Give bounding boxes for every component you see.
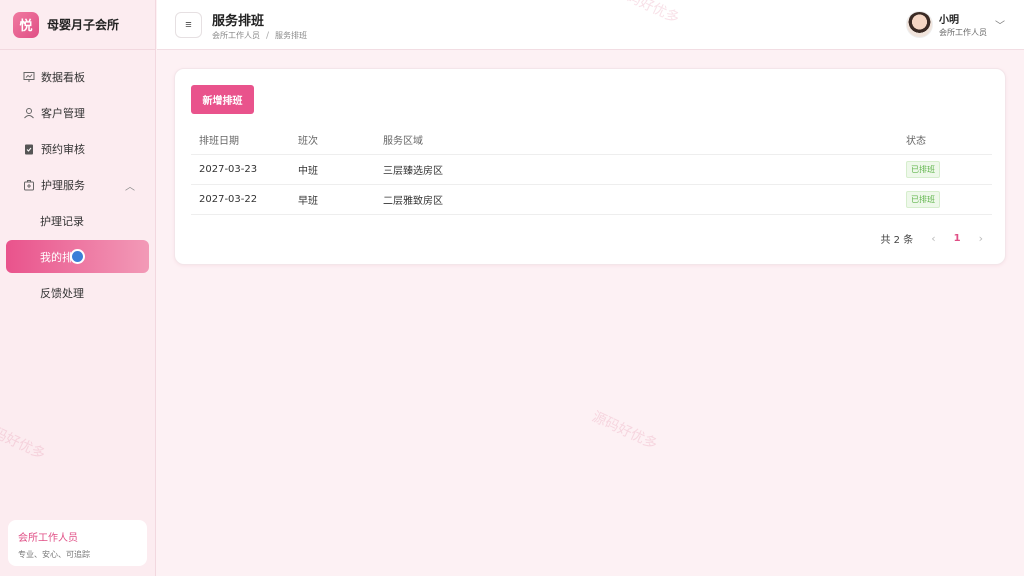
sidebar-item-label: 我的排 [40,250,73,264]
cell-status: 已排班 [906,191,992,208]
sidebar-item-label: 反馈处理 [40,287,84,300]
chevron-down-icon: ﹀ [995,21,1005,32]
sidebar-item-customers[interactable]: 客户管理 [6,95,149,131]
column-header-shift: 班次 [298,136,318,147]
user-icon [22,107,35,120]
brand-logo: 悦 [13,11,39,38]
cell-area: 二层雅致房区 [383,196,443,207]
medical-kit-icon [22,179,35,192]
breadcrumb-separator: / [266,30,270,41]
status-badge: 已排班 [906,161,940,178]
table-row[interactable]: 2027-03-22 早班 二层雅致房区 已排班 [191,185,992,215]
breadcrumb: 会所工作人员 / 服务排班 [212,30,307,41]
cell-shift: 中班 [298,166,318,177]
column-header-date: 排班日期 [199,136,239,147]
breadcrumb-item[interactable]: 会所工作人员 [212,30,260,41]
sidebar-item-nursing[interactable]: 护理服务 ︿ [6,167,149,203]
cell-date: 2027-03-22 [199,194,258,205]
cell-status: 已排班 [906,161,992,178]
breadcrumb-item: 服务排班 [275,31,308,40]
user-menu[interactable]: 小明 会所工作人员 ﹀ [906,11,1005,38]
column-header-status: 状态 [906,136,926,147]
sidebar-item-dashboard[interactable]: 数据看板 [6,59,149,95]
table-row[interactable]: 2027-03-23 中班 三层臻选房区 已排班 [191,155,992,185]
menu-toggle-button[interactable]: ≡ [175,12,202,38]
sidebar-item-label: 客户管理 [41,107,85,120]
page-title: 服务排班 [212,14,265,29]
top-header: ≡ 服务排班 会所工作人员 / 服务排班 小明 会所工作人员 ﹀ [157,0,1024,50]
role-card: 会所工作人员 专业、安心、可追踪 [8,520,147,566]
schedule-table: 排班日期 班次 服务区域 状态 2027-03-23 中班 三层臻选房区 已排班… [191,125,992,215]
table-header: 排班日期 班次 服务区域 状态 [191,125,992,155]
pagination-total: 共 2 条 [880,235,914,246]
pagination: 共 2 条 ‹ 1 › [880,231,983,246]
role-card-title: 会所工作人员 [18,533,78,544]
sidebar-item-label: 护理记录 [40,215,84,228]
hamburger-icon: ≡ [185,19,192,31]
column-header-area: 服务区域 [383,136,423,147]
status-badge: 已排班 [906,191,940,208]
role-card-subtitle: 专业、安心、可追踪 [18,550,90,559]
brand-name: 母婴月子会所 [47,18,120,32]
user-role: 会所工作人员 [939,28,987,37]
page-number-current[interactable]: 1 [954,233,961,244]
sidebar-item-nursing-records[interactable]: 护理记录 [6,203,149,239]
chevron-up-icon: ︿ [125,181,135,193]
sidebar: 悦 母婴月子会所 数据看板 客户管理 预约审核 护理服务 ︿ 护理记录 我的排 … [0,0,156,576]
sidebar-item-appointments[interactable]: 预约审核 [6,131,149,167]
sidebar-item-label: 护理服务 [41,179,85,192]
sidebar-item-label: 数据看板 [41,71,85,84]
sidebar-menu: 数据看板 客户管理 预约审核 护理服务 ︿ 护理记录 我的排 反馈处理 [0,50,155,311]
sidebar-item-label: 预约审核 [41,143,85,156]
clipboard-check-icon [22,143,35,156]
next-page-icon[interactable]: › [979,232,983,245]
cell-shift: 早班 [298,196,318,207]
sidebar-item-my-schedule[interactable]: 我的排 [6,240,149,273]
add-schedule-button[interactable]: 新增排班 [191,85,254,114]
avatar [906,11,933,38]
schedule-card: 新增排班 排班日期 班次 服务区域 状态 2027-03-23 中班 三层臻选房… [174,68,1006,265]
cell-date: 2027-03-23 [199,164,258,175]
watermark: 源码好优多 [589,408,660,453]
brand: 悦 母婴月子会所 [0,0,155,50]
sidebar-item-feedback[interactable]: 反馈处理 [6,275,149,311]
cursor-dot-icon [70,249,85,264]
prev-page-icon[interactable]: ‹ [931,232,935,245]
user-name: 小明 [939,15,959,26]
cell-area: 三层臻选房区 [383,166,443,177]
user-info: 小明 会所工作人员 [939,11,987,38]
dashboard-icon [22,71,35,84]
